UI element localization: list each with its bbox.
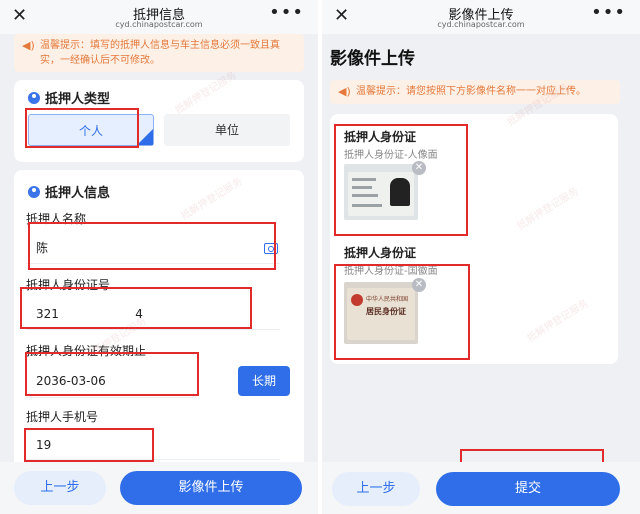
id-card-back-image[interactable]: 中华人民共和国 居民身份证 <box>344 282 418 344</box>
footer-bar: 上一步 提交 <box>322 462 640 514</box>
id-number-input[interactable]: 321 4 <box>26 298 280 330</box>
footer-bar: 上一步 影像件上传 <box>0 462 318 514</box>
previous-step-button[interactable]: 上一步 <box>332 472 420 506</box>
emblem-icon <box>351 294 363 306</box>
doc-title-back: 抵押人身份证 <box>344 246 417 260</box>
notice-line-1: 温馨提示：填写的抵押人信息与车主信息必须一致且真 <box>40 40 280 51</box>
top-bar: ✕ 抵押信息 cyd.chinapostcar.com ••• <box>0 0 318 34</box>
notice-banner: ◀) 温馨提示：请您按照下方影像件名称一一对应上传。 <box>330 80 620 104</box>
name-label: 抵押人名称 <box>26 212 87 226</box>
mortgagor-type-card: 抵押人类型 个人 ✓ 单位 <box>14 80 304 162</box>
id-number-label: 抵押人身份证号 <box>26 278 111 292</box>
type-option-company[interactable]: 单位 <box>164 114 290 146</box>
delete-icon[interactable]: ✕ <box>412 278 426 292</box>
long-term-button[interactable]: 长期 <box>238 366 290 396</box>
more-icon[interactable]: ••• <box>269 2 304 23</box>
check-icon: ✓ <box>137 129 153 145</box>
id-expiry-input[interactable]: 2036-03-06 <box>26 364 196 398</box>
previous-step-button[interactable]: 上一步 <box>14 471 106 505</box>
image-upload-button[interactable]: 影像件上传 <box>120 471 302 505</box>
speaker-icon: ◀) <box>338 85 351 98</box>
doc-subtitle-back: 抵押人身份证-国徽面 <box>344 266 438 277</box>
notice-text: 温馨提示：请您按照下方影像件名称一一对应上传。 <box>356 86 586 97</box>
notice-line-2: 实，一经确认后不可修改。 <box>40 55 160 66</box>
phone-input[interactable]: 19 <box>26 430 280 460</box>
name-input[interactable]: 陈 <box>26 232 280 264</box>
delete-icon[interactable]: ✕ <box>412 161 426 175</box>
notice-banner: ◀) 温馨提示：填写的抵押人信息与车主信息必须一致且真 实，一经确认后不可修改。 <box>14 34 304 72</box>
speaker-icon: ◀) <box>22 39 35 52</box>
more-icon[interactable]: ••• <box>591 2 626 23</box>
doc-subtitle-front: 抵押人身份证-人像面 <box>344 150 438 161</box>
camera-icon[interactable] <box>264 243 278 254</box>
phone-label: 抵押人手机号 <box>26 410 99 424</box>
doc-title-front: 抵押人身份证 <box>344 130 417 144</box>
person-icon <box>28 186 40 198</box>
image-upload-screen: ✕ 影像件上传 cyd.chinapostcar.com ••• 影像件上传 ◀… <box>322 0 640 514</box>
upload-heading: 影像件上传 <box>330 49 415 69</box>
top-bar: ✕ 影像件上传 cyd.chinapostcar.com ••• <box>322 0 640 34</box>
id-card-emblem-text: 中华人民共和国 <box>366 296 409 303</box>
person-icon <box>28 92 40 104</box>
mortgagor-type-title: 抵押人类型 <box>28 88 110 107</box>
type-option-individual[interactable]: 个人 ✓ <box>28 114 154 146</box>
mortgagor-info-title: 抵押人信息 <box>28 182 110 201</box>
submit-button[interactable]: 提交 <box>436 472 620 506</box>
id-card-title-text: 居民身份证 <box>366 307 406 316</box>
mortgage-info-screen: ✕ 抵押信息 cyd.chinapostcar.com ••• ◀) 温馨提示：… <box>0 0 318 514</box>
id-card-front-image[interactable] <box>344 164 418 220</box>
